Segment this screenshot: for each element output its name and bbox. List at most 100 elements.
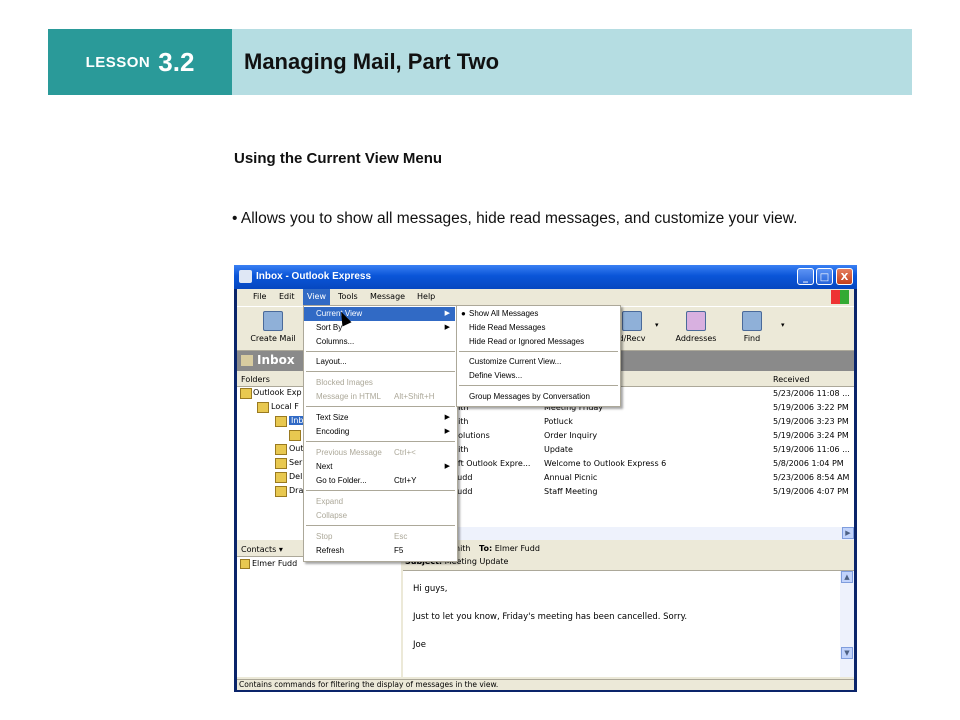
- folder-sent[interactable]: Ser: [289, 458, 302, 467]
- message-row[interactable]: nith Update 5/19/2006 11:06 ...: [403, 443, 854, 457]
- menu-separator: [459, 385, 618, 386]
- current-view-submenu: ● Show All Messages Hide Read Messages Hi…: [456, 305, 621, 407]
- message-row[interactable]: Fudd Annual Picnic 5/23/2006 8:54 AM: [403, 471, 854, 485]
- menu-file[interactable]: File: [253, 292, 266, 301]
- folder-drafts[interactable]: Dra: [289, 486, 303, 495]
- menu-separator: [306, 441, 455, 442]
- slide-title: Managing Mail, Part Two: [244, 49, 500, 74]
- folder-bar-label: Inbox: [257, 353, 295, 367]
- menu-help[interactable]: Help: [417, 292, 435, 301]
- view-menu: Current View ▶ Sort By ▶ Columns... Layout…: [303, 305, 458, 562]
- app-icon: [239, 270, 252, 283]
- preview-pane: nith To: Elmer Fudd Subject: Meeting Upd…: [403, 542, 854, 677]
- menu-item-hide-read-messages[interactable]: Hide Read Messages: [457, 321, 618, 335]
- folder-local[interactable]: Local F: [271, 402, 299, 411]
- menu-item-customize-current-view[interactable]: Customize Current View...: [457, 355, 618, 369]
- message-received: 5/19/2006 3:22 PM: [773, 403, 849, 412]
- subfolder-icon: [289, 430, 301, 441]
- menu-item-encoding[interactable]: Encoding ▶: [304, 425, 455, 439]
- menu-item-refresh[interactable]: Refresh F5: [304, 544, 455, 558]
- menu-separator: [306, 490, 455, 491]
- menu-item-collapse: Collapse: [316, 511, 348, 520]
- message-row[interactable]: Solutions Order Inquiry 5/19/2006 3:24 P…: [403, 429, 854, 443]
- create-mail-button[interactable]: Create Mail: [249, 309, 297, 343]
- submenu-arrow-icon: ▶: [444, 310, 450, 317]
- menu-item-message-in-html: Message in HTML Alt+Shift+H: [304, 390, 455, 404]
- send-recv-dropdown-icon[interactable]: ▾: [655, 321, 659, 329]
- preview-vertical-scrollbar[interactable]: ▲ ▼: [840, 571, 854, 677]
- menu-item-sort-by[interactable]: Sort By ▶: [304, 321, 455, 335]
- folder-outlook-express[interactable]: Outlook Exp: [253, 388, 302, 397]
- preview-header: nith To: Elmer Fudd Subject: Meeting Upd…: [403, 542, 854, 571]
- submenu-arrow-icon: ▶: [444, 414, 450, 421]
- message-received: 5/19/2006 11:06 ...: [773, 445, 850, 454]
- close-button[interactable]: X: [836, 268, 853, 285]
- menu-shortcut: F5: [394, 546, 404, 555]
- create-mail-label: Create Mail: [250, 334, 296, 343]
- message-row[interactable]: nith Potluck 5/19/2006 3:23 PM: [403, 415, 854, 429]
- message-subject: Staff Meeting: [544, 487, 598, 496]
- status-bar: Contains commands for filtering the disp…: [237, 679, 854, 690]
- window-titlebar[interactable]: Inbox - Outlook Express _ □ X: [234, 265, 857, 289]
- menu-separator: [306, 525, 455, 526]
- message-row[interactable]: oft Outlook Expre... Welcome to Outlook …: [403, 457, 854, 471]
- preview-body-line: Joe: [413, 640, 426, 650]
- scroll-down-icon[interactable]: ▼: [841, 647, 853, 659]
- menu-shortcut: Ctrl+<: [394, 448, 416, 457]
- inbox-icon: [241, 355, 253, 366]
- scroll-right-icon[interactable]: ▶: [842, 527, 854, 539]
- menu-item-group-messages[interactable]: Group Messages by Conversation: [457, 390, 618, 404]
- menu-shortcut: Esc: [394, 532, 408, 541]
- find-label: Find: [743, 334, 761, 343]
- contacts-header-label: Contacts ▾: [241, 545, 283, 554]
- message-received: 5/19/2006 4:07 PM: [773, 487, 849, 496]
- minimize-button[interactable]: _: [797, 268, 814, 285]
- menu-item-define-views[interactable]: Define Views...: [457, 369, 618, 383]
- addresses-icon: [686, 311, 706, 331]
- menu-item-next[interactable]: Next ▶: [304, 460, 455, 474]
- menu-item-go-to-folder[interactable]: Go to Folder... Ctrl+Y: [304, 474, 455, 488]
- preview-to-label: To:: [479, 544, 493, 553]
- addresses-button[interactable]: Addresses: [673, 309, 719, 343]
- message-subject: Order Inquiry: [544, 431, 598, 440]
- find-icon: [742, 311, 762, 331]
- menu-item-columns[interactable]: Columns...: [304, 335, 455, 349]
- send-recv-icon: [622, 311, 642, 331]
- received-column-header[interactable]: Received: [773, 375, 809, 384]
- menu-view[interactable]: View: [303, 289, 330, 305]
- message-received: 5/23/2006 8:54 AM: [773, 473, 850, 482]
- menu-item-previous-message: Previous Message Ctrl+<: [304, 446, 455, 460]
- window-title: Inbox - Outlook Express: [256, 271, 372, 282]
- find-button[interactable]: Find: [737, 309, 767, 343]
- folder-outbox[interactable]: Out: [289, 444, 304, 453]
- message-from: Solutions: [453, 431, 490, 440]
- message-row[interactable]: Fudd Staff Meeting 5/19/2006 4:07 PM: [403, 485, 854, 499]
- folder-deleted[interactable]: Del: [289, 472, 302, 481]
- preview-body-line: Just to let you know, Friday's meeting h…: [413, 612, 688, 622]
- submenu-arrow-icon: ▶: [444, 324, 450, 331]
- message-from: oft Outlook Expre...: [453, 459, 531, 468]
- menu-tools[interactable]: Tools: [338, 292, 358, 301]
- submenu-arrow-icon: ▶: [444, 428, 450, 435]
- scroll-up-icon[interactable]: ▲: [841, 571, 853, 583]
- menu-item-hide-read-or-ignored[interactable]: Hide Read or Ignored Messages: [457, 335, 618, 349]
- outlook-folder-icon: [240, 388, 252, 399]
- message-subject: Annual Picnic: [544, 473, 598, 482]
- menu-message[interactable]: Message: [370, 292, 405, 301]
- inbox-folder-icon: [275, 416, 287, 427]
- find-dropdown-icon[interactable]: ▾: [781, 321, 785, 329]
- menu-item-current-view[interactable]: Current View ▶: [304, 307, 455, 321]
- horizontal-scrollbar[interactable]: ▶: [403, 527, 854, 540]
- deleted-folder-icon: [275, 472, 287, 483]
- menu-item-layout[interactable]: Layout...: [304, 355, 455, 369]
- menu-item-text-size[interactable]: Text Size ▶: [304, 411, 455, 425]
- menu-edit[interactable]: Edit: [279, 292, 295, 301]
- drafts-folder-icon: [275, 486, 287, 497]
- maximize-button[interactable]: □: [816, 268, 833, 285]
- local-folder-icon: [257, 402, 269, 413]
- preview-body-line: Hi guys,: [413, 584, 448, 594]
- lesson-badge: LESSON 3.2: [48, 29, 232, 95]
- contact-elmer-fudd[interactable]: Elmer Fudd: [252, 559, 297, 568]
- sent-folder-icon: [275, 458, 287, 469]
- menu-item-show-all-messages[interactable]: ● Show All Messages: [457, 307, 618, 321]
